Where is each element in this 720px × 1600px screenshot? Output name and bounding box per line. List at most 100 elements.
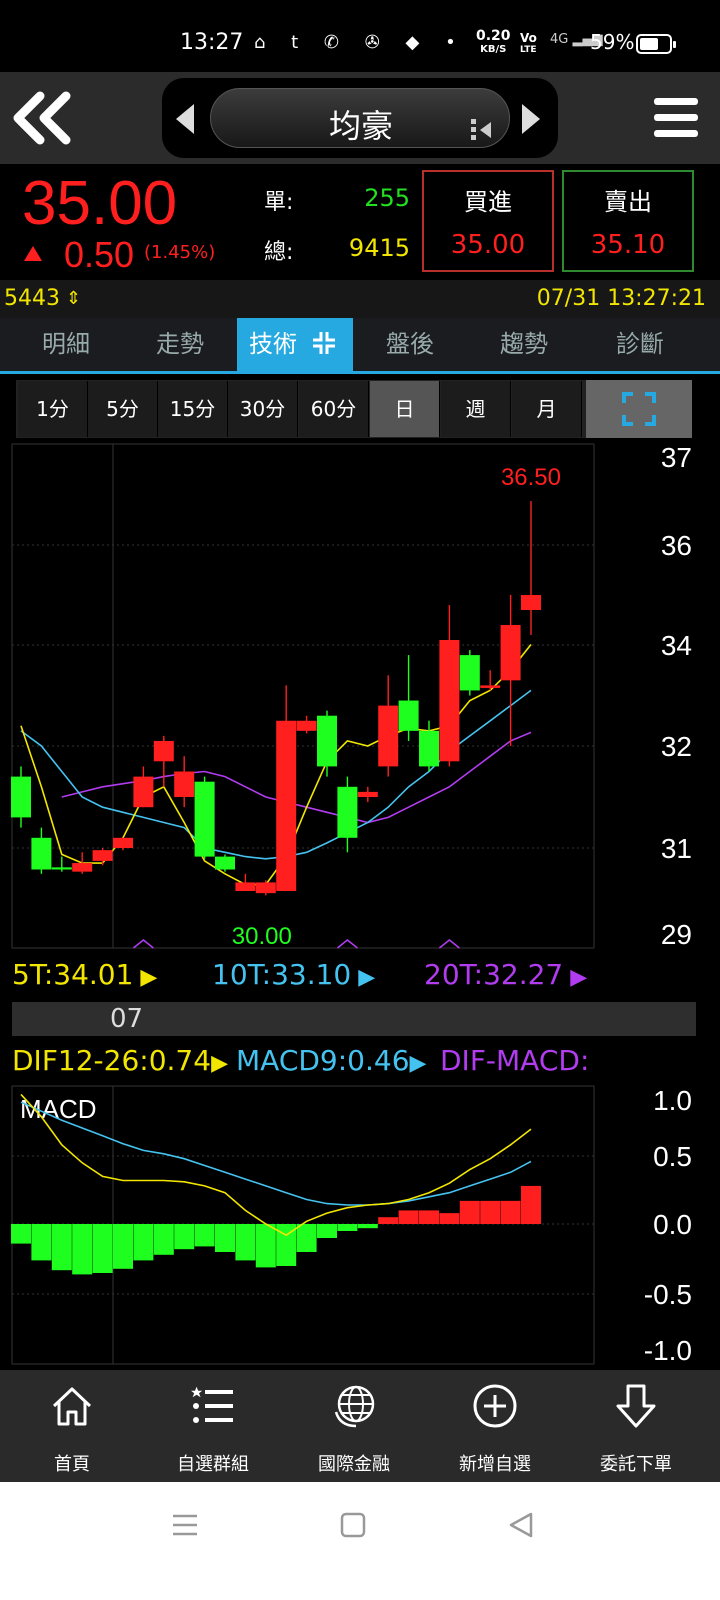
dif-legend: DIF12-26:0.74▶: [12, 1044, 228, 1077]
osc-bar: [255, 1224, 276, 1268]
osc-bar: [459, 1200, 480, 1224]
ma10-legend: 10T:33.10 ▶: [212, 958, 375, 991]
price-plot-frame: [11, 443, 595, 949]
info-bar: 5443 ⇕ 07/31 13:27:21: [0, 280, 720, 318]
candle: [174, 756, 195, 808]
updown-arrow-icon[interactable]: ⇕: [66, 288, 81, 309]
osc-bar: [92, 1224, 113, 1273]
next-stock-icon[interactable]: [522, 104, 540, 134]
home-button-icon[interactable]: [338, 1510, 368, 1540]
osc-bar: [378, 1217, 399, 1224]
tab-technical-label: 技術: [249, 330, 297, 358]
candle-body: [296, 720, 317, 731]
interval-day[interactable]: 日: [370, 381, 440, 437]
interval-month[interactable]: 月: [512, 381, 582, 437]
bottom-navigation: 首頁 自選群組 國際金融 新增自選 委託下單: [0, 1370, 720, 1482]
osc-bar: [133, 1224, 154, 1261]
candle-body: [480, 685, 501, 688]
stock-name-pill[interactable]: 均豪: [210, 88, 510, 148]
price-tick-label: 37: [661, 442, 692, 473]
tab-technical[interactable]: 技術: [237, 318, 353, 371]
interval-15min[interactable]: 15分: [158, 381, 228, 437]
candle: [31, 827, 52, 874]
osc-bar: [521, 1185, 541, 1224]
buy-button[interactable]: 買進 35.00: [422, 170, 554, 272]
globe-icon: [334, 1385, 375, 1428]
reorder-icon[interactable]: [471, 117, 493, 143]
candlestick-chart[interactable]: 37 36 34 32 31 29 36.50 30.00: [0, 440, 720, 1000]
tab-tendency[interactable]: 趨勢: [466, 318, 582, 371]
signal-marker: [438, 939, 460, 949]
interval-30min[interactable]: 30分: [228, 381, 298, 437]
single-volume-label: 單:: [264, 190, 294, 215]
date-label: 07: [110, 1004, 144, 1034]
macd-chart[interactable]: 1.00.50.0-0.5-1.0MACD: [0, 1084, 720, 1370]
network-speed-unit: KB/S: [480, 44, 507, 55]
macd-tick-label: -1.0: [644, 1335, 692, 1366]
tab-after-hours[interactable]: 盤後: [352, 318, 468, 371]
date-axis: 07: [12, 1002, 696, 1036]
candle: [480, 670, 501, 691]
fullscreen-button[interactable]: [586, 380, 692, 438]
osc-bar: [72, 1224, 93, 1275]
candle-body: [419, 730, 439, 767]
candle: [317, 710, 337, 777]
candle-body: [317, 715, 337, 767]
candle: [133, 766, 154, 808]
collapse-icon: [312, 332, 335, 354]
tab-diagnosis[interactable]: 診斷: [582, 318, 698, 371]
recent-apps-icon[interactable]: [170, 1510, 200, 1540]
buy-price: 35.00: [450, 230, 526, 260]
interval-60min[interactable]: 60分: [299, 381, 369, 437]
osc-bar: [215, 1224, 235, 1252]
candle-body: [235, 882, 256, 891]
nav-watchlist-groups[interactable]: 自選群組: [141, 1370, 285, 1482]
nav-home[interactable]: 首頁: [0, 1370, 144, 1482]
list-icon: [191, 1386, 233, 1423]
osc-bar: [113, 1224, 133, 1269]
sell-button[interactable]: 賣出 35.10: [562, 170, 694, 272]
price-tick-label: 36: [661, 530, 692, 561]
osc-bar: [317, 1224, 337, 1238]
low-price-label: 30.00: [232, 923, 292, 950]
tab-detail[interactable]: 明細: [8, 318, 124, 371]
candle-body: [459, 655, 480, 691]
ma20-legend: 20T:32.27 ▶: [424, 958, 587, 991]
nav-add-watchlist[interactable]: 新增自選: [423, 1370, 567, 1482]
single-volume: 255: [364, 184, 410, 212]
total-volume-label: 總:: [264, 240, 294, 265]
ma5-flag-icon: ▶: [133, 965, 158, 990]
previous-stock-icon[interactable]: [176, 104, 194, 134]
network-speed-value: 0.20: [476, 28, 511, 44]
fullscreen-icon: [622, 392, 656, 426]
back-button-icon[interactable]: [506, 1510, 536, 1540]
interval-5min[interactable]: 5分: [88, 381, 158, 437]
volte-indicator: Vo LTE: [520, 32, 537, 56]
nav-international[interactable]: 國際金融: [282, 1370, 426, 1482]
menu-icon[interactable]: [654, 98, 698, 138]
candle: [255, 880, 276, 896]
candle-body: [398, 700, 419, 731]
nav-place-order[interactable]: 委託下單: [564, 1370, 708, 1482]
quote-panel: 35.00 0.50 (1.45%) 單: 255 總: 9415 買進 35.…: [0, 164, 720, 280]
candle: [51, 856, 72, 872]
battery-percent: 59%: [590, 30, 635, 54]
stock-code: 5443: [4, 286, 60, 311]
candle: [500, 595, 521, 746]
candle-body: [215, 856, 235, 870]
interval-week[interactable]: 週: [441, 381, 511, 437]
price-tick-label: 29: [661, 919, 692, 950]
price-tick-label: 32: [661, 731, 692, 762]
candle-body: [11, 776, 31, 818]
price-tick-label: 31: [661, 833, 692, 864]
back-icon[interactable]: [10, 88, 74, 148]
candle-body: [174, 771, 195, 797]
candle: [439, 605, 460, 767]
interval-1min[interactable]: 1分: [18, 381, 88, 437]
tab-trend[interactable]: 走勢: [122, 318, 238, 371]
macd-legend: DIF12-26:0.74▶ MACD9:0.46▶ DIF-MACD:: [0, 1040, 596, 1084]
candle: [459, 650, 480, 696]
nav-add-watchlist-label: 新增自選: [459, 1454, 531, 1475]
signal-marker: [132, 939, 154, 949]
plus-circle-icon: [473, 1384, 517, 1428]
